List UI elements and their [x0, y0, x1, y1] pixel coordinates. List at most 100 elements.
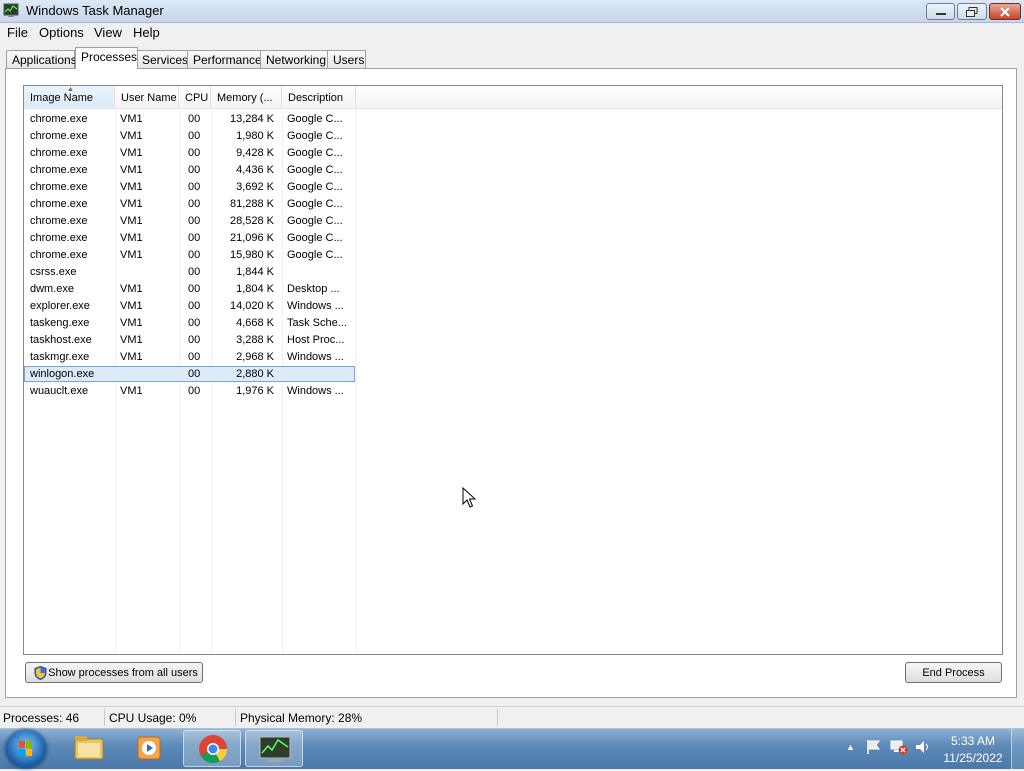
menu-file[interactable]: File — [7, 25, 28, 40]
table-row[interactable]: chrome.exe VM1 00 21,096 K Google C... — [24, 230, 1002, 247]
cell-cpu: 00 — [188, 266, 201, 278]
table-row[interactable]: taskmgr.exe VM1 00 2,968 K Windows ... — [24, 349, 1002, 366]
table-row[interactable]: chrome.exe VM1 00 9,428 K Google C... — [24, 145, 1002, 162]
cell-cpu: 00 — [188, 368, 201, 380]
start-orb-icon[interactable] — [6, 730, 46, 768]
cell-image-name: chrome.exe — [30, 215, 88, 227]
show-desktop-button[interactable] — [1011, 729, 1024, 769]
cell-memory: 1,804 K — [236, 283, 274, 295]
cell-user-name: VM1 — [120, 300, 143, 312]
show-hidden-icons-arrow-icon[interactable]: ▲ — [846, 742, 855, 752]
taskbar-chrome[interactable] — [183, 730, 241, 767]
cell-description: Google C... — [287, 249, 343, 261]
table-row[interactable]: explorer.exe VM1 00 14,020 K Windows ... — [24, 298, 1002, 315]
status-divider — [104, 709, 105, 726]
tab-applications[interactable]: Applications — [6, 50, 77, 68]
tab-performance[interactable]: Performance — [187, 50, 262, 68]
cell-memory: 4,436 K — [236, 164, 274, 176]
column-header-memory[interactable]: Memory (... — [211, 86, 282, 108]
minimize-button[interactable] — [926, 3, 955, 20]
tab-users[interactable]: Users — [327, 50, 366, 68]
cell-description: Google C... — [287, 198, 343, 210]
cell-user-name: VM1 — [120, 130, 143, 142]
cell-memory: 3,288 K — [236, 334, 274, 346]
cell-cpu: 00 — [188, 317, 201, 329]
cell-description: Host Proc... — [287, 334, 345, 346]
table-row[interactable]: chrome.exe VM1 00 15,980 K Google C... — [24, 247, 1002, 264]
table-row[interactable]: taskeng.exe VM1 00 4,668 K Task Sche... — [24, 315, 1002, 332]
tab-networking[interactable]: Networking — [260, 50, 328, 68]
cell-user-name: VM1 — [120, 317, 143, 329]
sort-ascending-icon: ▲ — [67, 86, 74, 93]
show-all-processes-button[interactable]: Show processes from all users — [25, 662, 203, 683]
table-row[interactable]: taskhost.exe VM1 00 3,288 K Host Proc... — [24, 332, 1002, 349]
cell-description: Google C... — [287, 164, 343, 176]
cell-description: Windows ... — [287, 385, 344, 397]
cell-cpu: 00 — [188, 130, 201, 142]
table-row[interactable]: chrome.exe VM1 00 4,436 K Google C... — [24, 162, 1002, 179]
clock-time[interactable]: 5:33 AM — [945, 734, 1001, 748]
cell-user-name: VM1 — [120, 351, 143, 363]
cell-user-name: VM1 — [120, 232, 143, 244]
cell-memory: 1,980 K — [236, 130, 274, 142]
table-row[interactable]: chrome.exe VM1 00 3,692 K Google C... — [24, 179, 1002, 196]
menu-help[interactable]: Help — [133, 25, 160, 40]
tab-processes[interactable]: Processes — [75, 47, 138, 69]
table-row[interactable]: chrome.exe VM1 00 13,284 K Google C... — [24, 111, 1002, 128]
cell-description: Task Sche... — [287, 317, 347, 329]
restore-icon — [966, 6, 978, 17]
cell-user-name: VM1 — [120, 385, 143, 397]
table-row[interactable]: chrome.exe VM1 00 1,980 K Google C... — [24, 128, 1002, 145]
cell-cpu: 00 — [188, 215, 201, 227]
table-row[interactable]: dwm.exe VM1 00 1,804 K Desktop ... — [24, 281, 1002, 298]
cell-image-name: chrome.exe — [30, 113, 88, 125]
cell-image-name: taskmgr.exe — [30, 351, 90, 363]
end-process-button[interactable]: End Process — [905, 662, 1002, 683]
cell-image-name: explorer.exe — [30, 300, 90, 312]
taskbar-task-manager[interactable] — [245, 730, 303, 767]
cell-memory: 2,880 K — [236, 368, 274, 380]
cell-memory: 21,096 K — [229, 232, 274, 244]
table-row[interactable]: csrss.exe 00 1,844 K — [24, 264, 1002, 281]
network-disconnected-icon[interactable] — [890, 739, 908, 755]
uac-shield-icon — [34, 666, 47, 680]
taskbar-media-player[interactable] — [121, 730, 179, 767]
table-row[interactable]: chrome.exe VM1 00 81,288 K Google C... — [24, 196, 1002, 213]
menu-view[interactable]: View — [94, 25, 122, 40]
restore-button[interactable] — [957, 3, 987, 20]
process-list[interactable]: ▲ Image Name User Name CPU Memory (... D… — [23, 85, 1003, 655]
show-all-processes-label: Show processes from all users — [48, 666, 198, 679]
cell-cpu: 00 — [188, 164, 201, 176]
cell-memory: 13,284 K — [229, 113, 274, 125]
column-header-user-name[interactable]: User Name — [115, 86, 179, 108]
cell-description: Google C... — [287, 130, 343, 142]
cell-image-name: chrome.exe — [30, 130, 88, 142]
taskbar-explorer[interactable] — [60, 730, 118, 767]
column-header-row: ▲ Image Name User Name CPU Memory (... D… — [24, 86, 1002, 109]
cell-user-name: VM1 — [120, 198, 143, 210]
menu-options[interactable]: Options — [39, 25, 84, 40]
window-title: Windows Task Manager — [26, 3, 164, 18]
cell-image-name: dwm.exe — [30, 283, 75, 295]
cell-description: Google C... — [287, 147, 343, 159]
clock-date[interactable]: 11/25/2022 — [940, 751, 1006, 765]
table-row[interactable]: chrome.exe VM1 00 28,528 K Google C... — [24, 213, 1002, 230]
cell-description: Google C... — [287, 181, 343, 193]
action-center-flag-icon[interactable] — [865, 739, 883, 755]
column-header-cpu[interactable]: CPU — [179, 86, 211, 108]
cell-image-name: chrome.exe — [30, 164, 88, 176]
close-button[interactable] — [989, 3, 1021, 20]
volume-icon[interactable] — [914, 739, 932, 755]
cell-memory: 28,528 K — [229, 215, 274, 227]
windows-flag-icon — [19, 741, 32, 756]
tab-services[interactable]: Services — [136, 50, 188, 68]
close-icon — [1000, 6, 1010, 17]
cell-cpu: 00 — [188, 113, 201, 125]
column-header-description[interactable]: Description — [282, 86, 356, 108]
column-header-image-name[interactable]: ▲ Image Name — [24, 86, 115, 108]
status-divider — [235, 709, 236, 726]
explorer-folder-icon — [74, 736, 104, 760]
cell-user-name: VM1 — [120, 249, 143, 261]
table-row[interactable]: winlogon.exe 00 2,880 K — [24, 366, 1002, 383]
table-row[interactable]: wuauclt.exe VM1 00 1,976 K Windows ... — [24, 383, 1002, 400]
